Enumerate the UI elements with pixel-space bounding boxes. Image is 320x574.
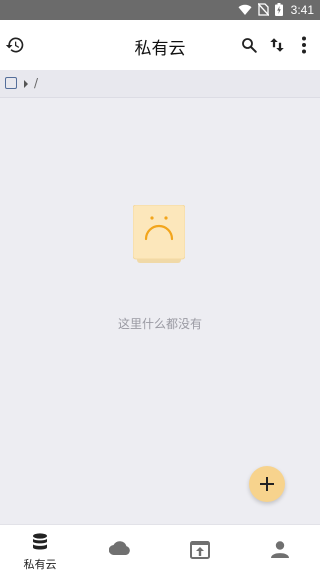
plus-icon [260, 477, 274, 491]
nav-item-private-cloud[interactable]: 私有云 [0, 525, 80, 574]
search-icon[interactable] [239, 35, 259, 55]
status-bar: 3:41 [0, 0, 320, 20]
person-icon [240, 541, 320, 558]
empty-message: 这里什么都没有 [117, 317, 202, 331]
status-time: 3:41 [290, 3, 314, 17]
cloud-icon [80, 541, 160, 555]
breadcrumb-root[interactable]: / [34, 76, 38, 90]
nav-item-upload[interactable] [160, 525, 240, 574]
status-icons: 3:41 [238, 2, 314, 18]
sad-folder-icon [132, 204, 186, 263]
battery-charging-icon [274, 1, 283, 20]
app-bar: 私有云 [0, 20, 320, 70]
bottom-nav: 私有云 [0, 524, 320, 574]
select-all-checkbox[interactable] [5, 77, 17, 89]
upload-icon [160, 541, 240, 559]
add-button[interactable] [249, 466, 285, 502]
no-sim-icon [257, 1, 270, 20]
more-options-icon[interactable] [294, 35, 314, 55]
chevron-right-icon [24, 80, 28, 88]
nav-item-profile[interactable] [240, 525, 320, 574]
wifi-icon [238, 1, 252, 20]
sort-icon[interactable] [267, 35, 287, 55]
database-icon [0, 533, 80, 551]
breadcrumb: / [0, 70, 320, 98]
nav-item-cloud[interactable] [80, 525, 160, 574]
nav-label: 私有云 [23, 558, 57, 571]
